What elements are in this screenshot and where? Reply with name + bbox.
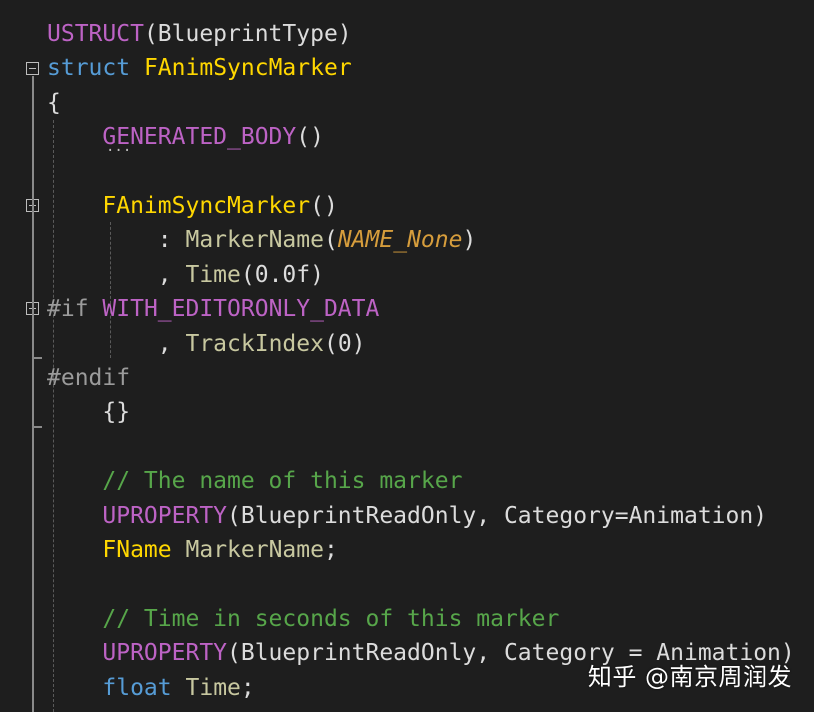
code-token: (BlueprintReadOnly, Category=Animation) [227,502,768,529]
code-token: () [310,193,338,219]
code-token: { [47,89,61,116]
code-token: ( [323,227,338,254]
code-token: USTRUCT [47,21,144,47]
fold-toggle-struct-icon[interactable] [26,62,39,75]
code-line[interactable]: #endif [47,361,130,395]
code-token: GENERATED_BODY [102,124,297,151]
code-token: , [47,330,186,357]
code-token: #if [47,296,89,323]
code-line[interactable]: USTRUCT(BlueprintType) [47,17,352,51]
code-line[interactable]: , TrackIndex(0) [47,327,366,361]
code-line[interactable]: , Time(0.0f) [47,258,324,292]
code-token: FAnimSyncMarker [143,55,352,82]
code-line[interactable]: : MarkerName(NAME_None) [47,223,477,257]
code-token: MarkerName [185,537,324,563]
code-token: (0.0f) [240,261,324,288]
code-token: ; [240,674,255,701]
code-line[interactable]: float Time; [47,671,255,705]
code-token: ; [323,537,338,563]
code-line[interactable]: FAnimSyncMarker() [47,189,338,223]
code-token: ) [462,227,477,254]
code-token: // Time in seconds of this marker [102,605,560,632]
code-token: #endif [47,365,131,391]
fold-outline-constructor-end [32,426,42,428]
watermark: 知乎 @南京周润发 [587,663,792,691]
code-token: Time [185,674,241,701]
code-token: NAME_None [337,227,463,254]
fold-outline-if-end [32,357,42,359]
code-editor[interactable]: ... USTRUCT(BlueprintType) struct FAnimSy… [0,0,814,712]
code-token: (BlueprintType) [143,21,352,47]
code-token: TrackIndex [185,330,324,357]
code-token: UPROPERTY [102,502,228,529]
code-token: {} [47,399,131,426]
code-token: , [47,261,186,288]
code-token: MarkerName [185,227,324,254]
code-line[interactable]: { [47,86,61,120]
fold-outline-if [32,316,34,358]
code-line[interactable]: #if WITH_EDITORONLY_DATA [47,292,379,326]
code-token: FName [102,537,172,563]
code-line[interactable]: UPROPERTY(BlueprintReadOnly, Category=An… [47,499,767,533]
code-line[interactable]: // The name of this marker [47,464,462,498]
code-token: UPROPERTY [102,640,228,667]
code-token: () [296,124,324,151]
code-token: : [47,227,186,254]
code-line[interactable]: // Time in seconds of this marker [47,602,559,636]
code-line[interactable]: GENERATED_BODY() [47,120,324,154]
code-token: WITH_EDITORONLY_DATA [102,296,380,323]
fold-outline-struct [32,76,34,712]
code-token: Time [185,261,241,288]
code-line[interactable]: {} [47,395,130,429]
code-line[interactable]: struct FAnimSyncMarker [47,51,352,85]
code-line[interactable]: FName MarkerName; [47,533,338,567]
code-token: (0) [323,330,366,357]
code-token: struct [47,55,131,82]
code-token: float [102,674,172,701]
code-token: FAnimSyncMarker [102,193,311,219]
code-token: // The name of this marker [102,468,463,495]
